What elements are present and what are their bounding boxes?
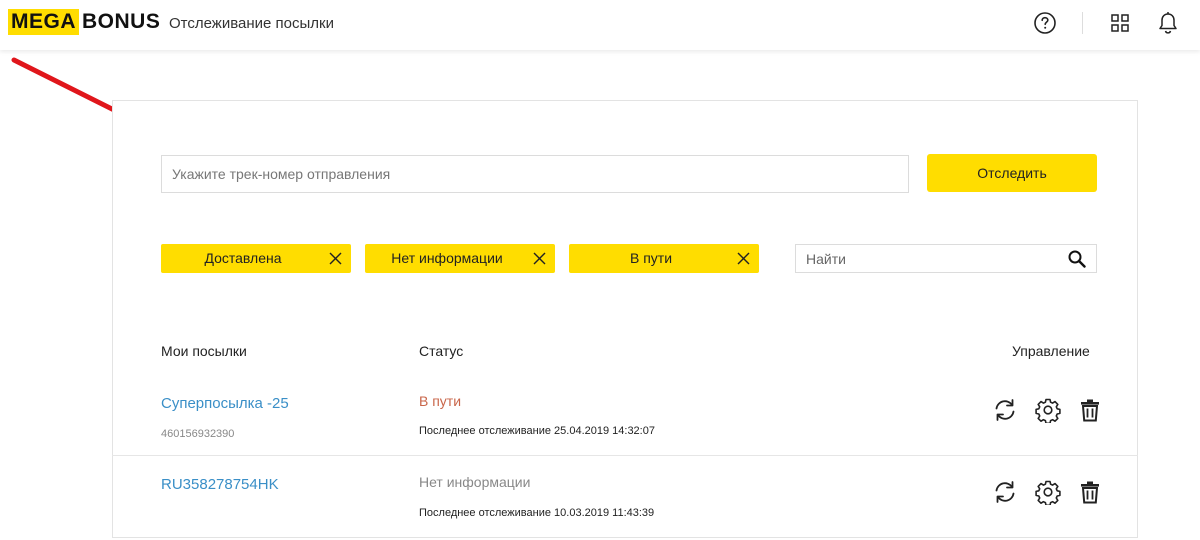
- parcel-track-number: 460156932390: [161, 428, 235, 440]
- page-title: Отслеживание посылки: [169, 15, 334, 32]
- filter-chip-label: Доставлена: [204, 250, 282, 266]
- row-divider: [112, 455, 1138, 456]
- megabonus-logo[interactable]: MEGA BONUS: [8, 9, 160, 35]
- logo-bonus-text: BONUS: [82, 10, 161, 33]
- parcel-status: В пути: [419, 393, 462, 409]
- trash-icon[interactable]: [1077, 397, 1103, 423]
- search-icon[interactable]: [1068, 250, 1086, 268]
- parcel-search-box: [795, 244, 1097, 273]
- track-button[interactable]: Отследить: [927, 154, 1097, 192]
- help-icon[interactable]: [1032, 10, 1058, 36]
- gear-icon[interactable]: [1035, 479, 1061, 505]
- parcel-search-input[interactable]: [796, 245, 1056, 272]
- top-header: MEGA BONUS Отслеживание посылки: [0, 0, 1200, 50]
- parcel-status: Нет информации: [419, 474, 531, 490]
- column-header-status: Статус: [419, 343, 464, 359]
- parcel-name-link[interactable]: RU358278754HK: [161, 476, 279, 493]
- track-number-input[interactable]: [161, 155, 909, 193]
- refresh-icon[interactable]: [992, 397, 1018, 423]
- filter-chip-label: В пути: [629, 250, 673, 266]
- filter-chip-label: Нет информации: [391, 250, 503, 266]
- logo-mega-text: MEGA: [8, 9, 79, 35]
- last-tracking-text: Последнее отслеживание 25.04.2019 14:32:…: [419, 425, 655, 437]
- filter-chip-in-transit[interactable]: В пути: [569, 244, 759, 273]
- gear-icon[interactable]: [1035, 397, 1061, 423]
- parcel-name-link[interactable]: Суперпосылка -25: [161, 395, 289, 412]
- last-tracking-text: Последнее отслеживание 10.03.2019 11:43:…: [419, 507, 655, 519]
- close-icon[interactable]: [533, 252, 546, 265]
- trash-icon[interactable]: [1077, 479, 1103, 505]
- filter-chip-no-info[interactable]: Нет информации: [365, 244, 555, 273]
- refresh-icon[interactable]: [992, 479, 1018, 505]
- column-header-actions: Управление: [1012, 343, 1090, 359]
- header-divider: [1082, 12, 1083, 34]
- apps-grid-icon[interactable]: [1107, 10, 1133, 36]
- column-header-parcels: Мои посылки: [161, 343, 247, 359]
- filter-chip-delivered[interactable]: Доставлена: [161, 244, 351, 273]
- close-icon[interactable]: [329, 252, 342, 265]
- bell-icon[interactable]: [1155, 10, 1181, 36]
- close-icon[interactable]: [737, 252, 750, 265]
